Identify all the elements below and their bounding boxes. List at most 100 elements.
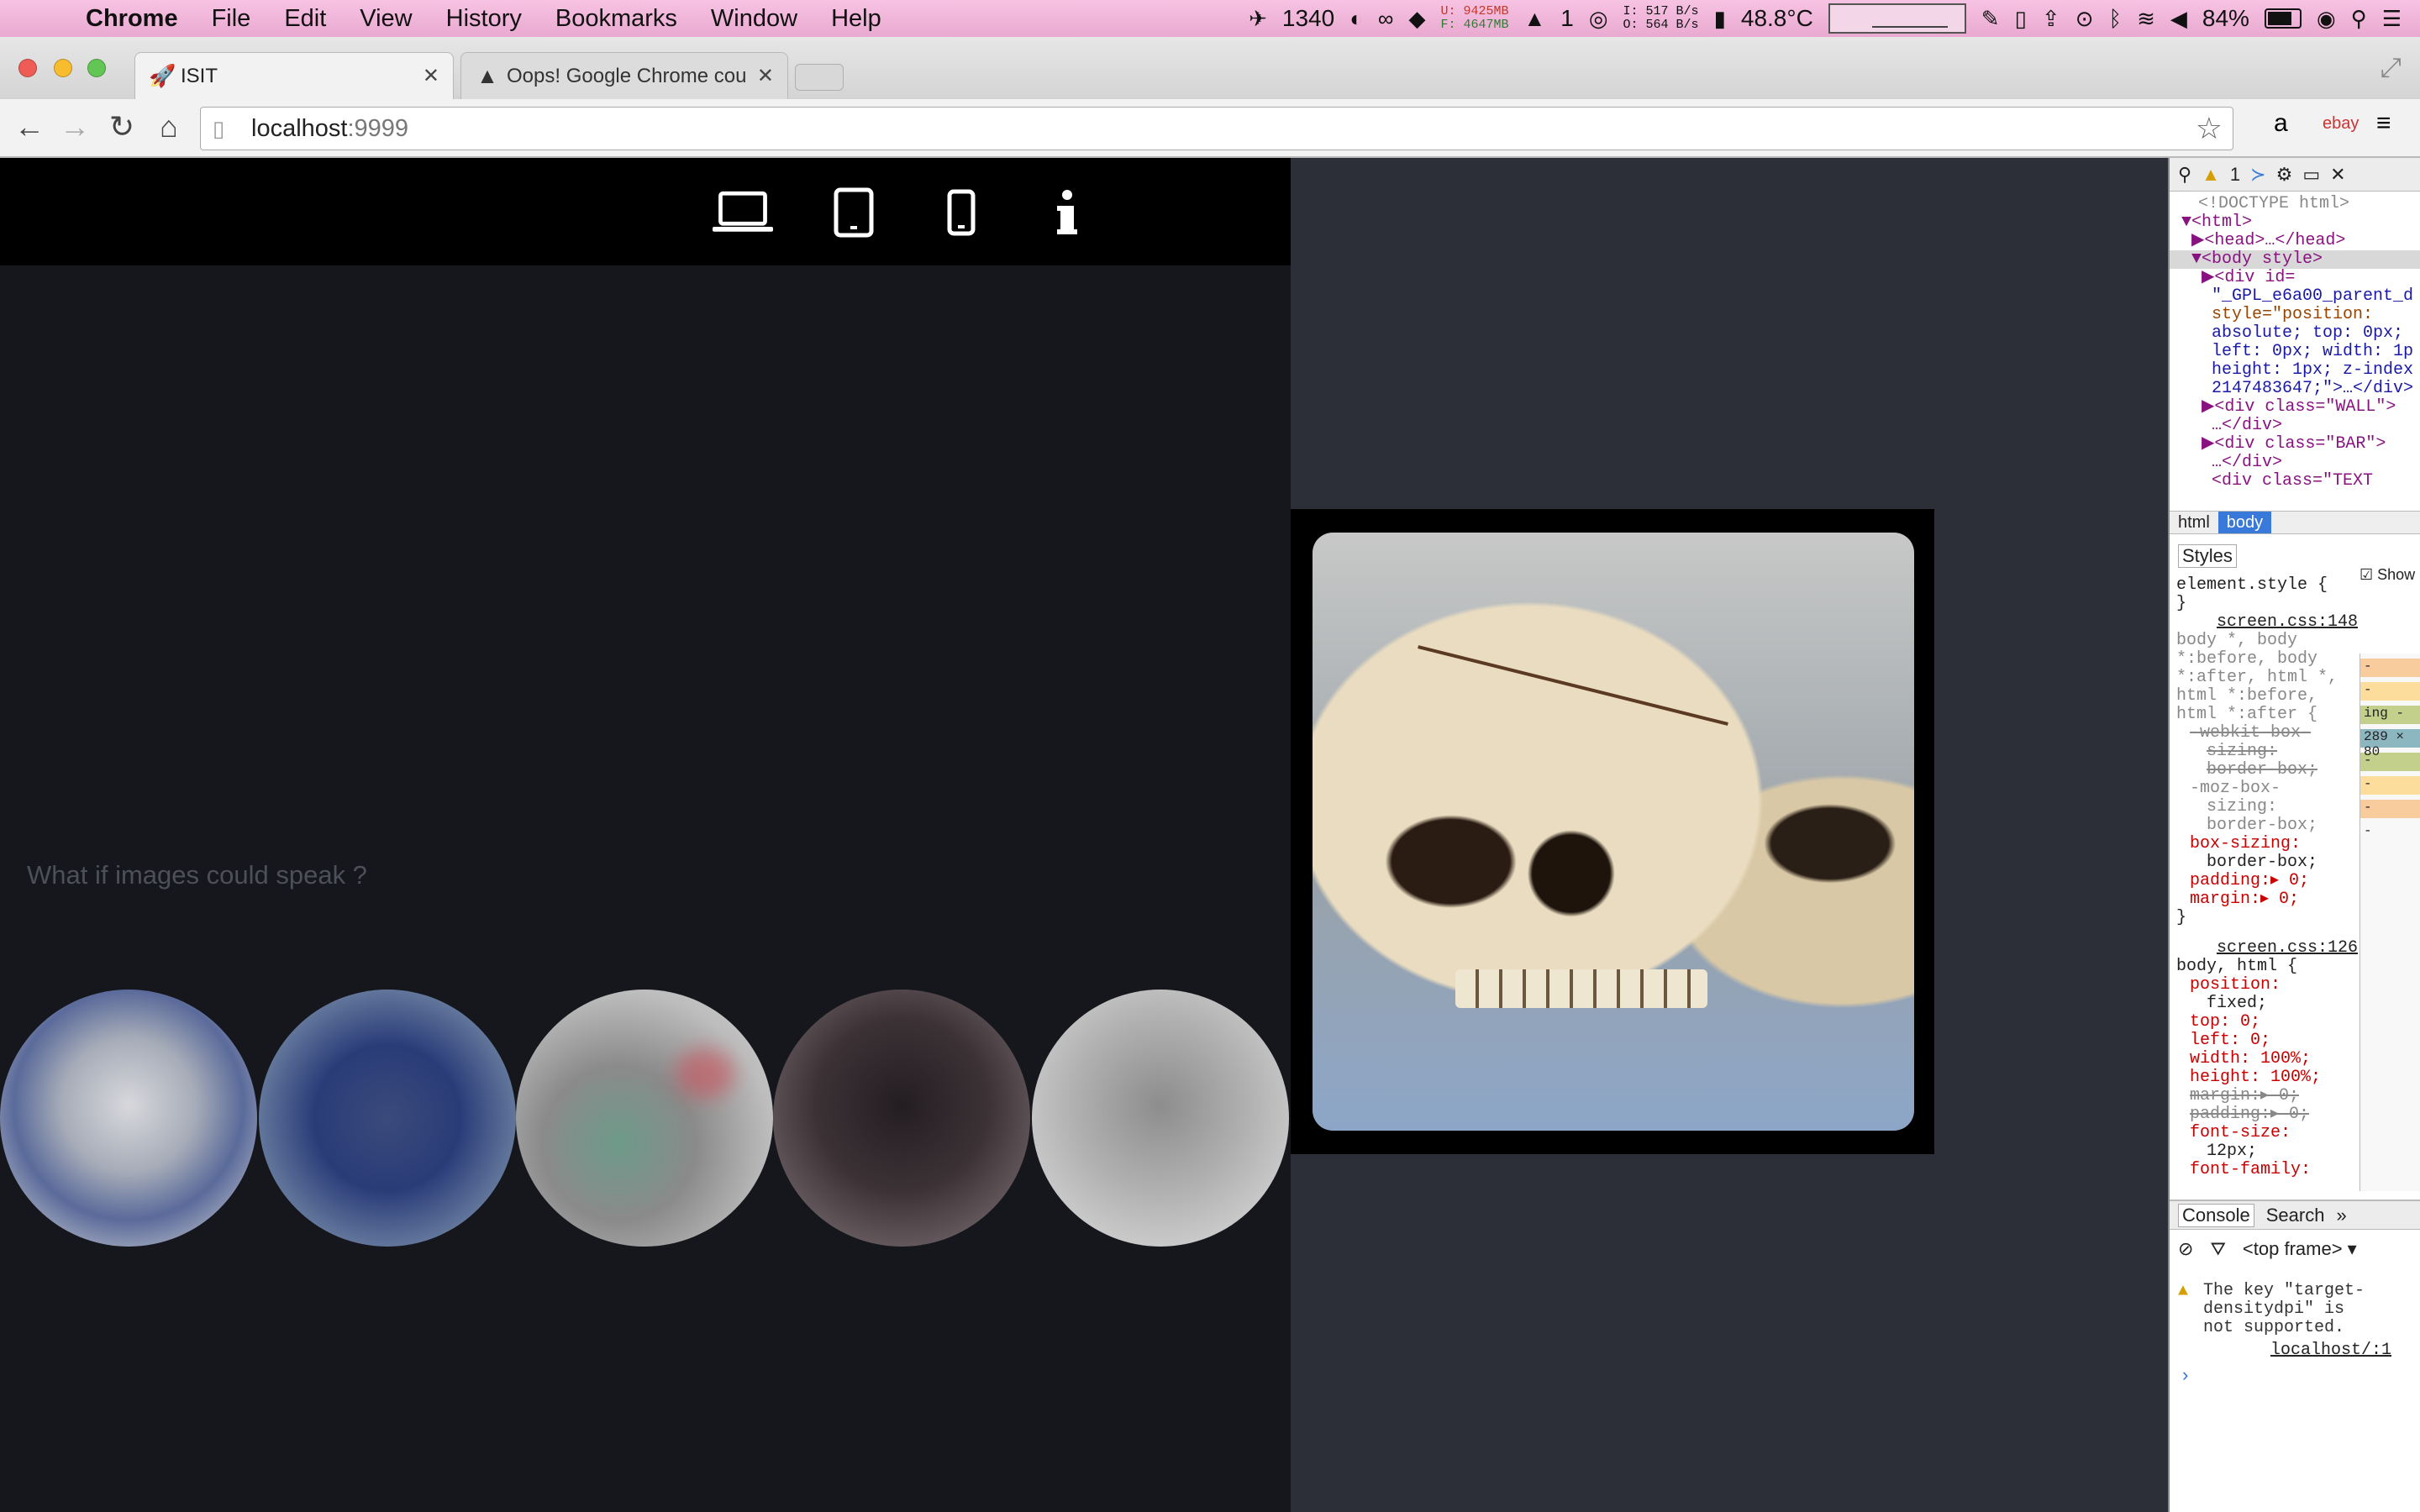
tab-close-icon[interactable]: ✕ — [423, 64, 439, 88]
image-bubble[interactable] — [1032, 990, 1289, 1247]
notification-center-icon[interactable]: ☰ — [2382, 6, 2402, 32]
console-prompt-icon[interactable]: › — [2180, 1366, 2191, 1387]
frame-selector[interactable]: <top frame> ▾ — [2243, 1238, 2357, 1260]
tab-close-icon[interactable]: ✕ — [757, 64, 774, 88]
tree-line[interactable]: absolute; top: 0px; — [2170, 324, 2420, 343]
tab-search[interactable]: Search — [2266, 1205, 2325, 1226]
upload-icon[interactable]: ⇪ — [2042, 6, 2060, 32]
style-prop[interactable]: fixed; — [2176, 995, 2358, 1013]
tab-oops[interactable]: ▲ Oops! Google Chrome cou ✕ — [460, 52, 788, 99]
leaf-icon[interactable]: ◐ — [1349, 6, 1363, 32]
inspect-search-icon[interactable]: ⚲ — [2178, 164, 2191, 186]
drawer-icon[interactable]: ≻ — [2250, 164, 2265, 186]
style-source-link[interactable]: screen.css:148 — [2176, 613, 2358, 632]
tree-line[interactable]: left: 0px; width: 1p — [2170, 343, 2420, 361]
style-prop[interactable]: sizing: — [2176, 798, 2358, 816]
new-tab-button[interactable] — [795, 64, 844, 91]
menu-edit[interactable]: Edit — [267, 5, 343, 33]
breadcrumb-html[interactable]: html — [2170, 512, 2218, 533]
tree-line[interactable]: <!DOCTYPE html> — [2170, 195, 2420, 213]
brush-icon[interactable]: ✎ — [1981, 6, 2000, 32]
tree-line[interactable]: "_GPL_e6a00_parent_d — [2170, 287, 2420, 306]
style-prop[interactable]: box-sizing: — [2176, 835, 2358, 853]
style-prop[interactable]: border-box; — [2176, 761, 2358, 780]
image-bubble[interactable] — [773, 990, 1030, 1247]
image-bubble[interactable] — [516, 990, 773, 1247]
style-prop[interactable]: -moz-box- — [2176, 780, 2358, 798]
phone-status-icon[interactable]: ▯ — [2015, 6, 2027, 32]
wifi-icon[interactable]: ≋ — [2137, 6, 2155, 32]
adobe-icon[interactable]: ▲ — [1524, 6, 1546, 32]
reload-icon[interactable]: ↻ — [103, 108, 141, 146]
tablet-icon[interactable] — [823, 183, 884, 242]
time-machine-icon[interactable]: ⊙ — [2075, 6, 2094, 32]
user-icon[interactable]: ◉ — [2317, 6, 2336, 32]
bluetooth-icon[interactable]: ᛒ — [2109, 6, 2123, 32]
tree-line[interactable]: height: 1px; z-index — [2170, 361, 2420, 380]
show-inherited-checkbox[interactable]: ☑ Show inherited — [2360, 566, 2420, 584]
more-tabs-icon[interactable]: » — [2336, 1205, 2346, 1226]
image-bubble[interactable] — [259, 990, 516, 1247]
close-window-button[interactable] — [18, 59, 37, 77]
dropbox-icon[interactable]: ◆ — [1408, 6, 1425, 32]
tab-console[interactable]: Console — [2178, 1203, 2254, 1227]
clear-console-icon[interactable]: ⊘ — [2178, 1238, 2193, 1260]
tree-line[interactable]: ▶<head>…</head> — [2170, 232, 2420, 250]
laptop-icon[interactable] — [713, 183, 773, 242]
style-line[interactable]: element.style { — [2176, 576, 2358, 595]
temperature[interactable]: 48.8°C — [1741, 5, 1813, 32]
battery-percent[interactable]: 84% — [2202, 5, 2249, 32]
settings-gear-icon[interactable]: ⚙ — [2276, 164, 2293, 186]
filter-icon[interactable]: ⛛ — [2210, 1238, 2225, 1260]
menu-window[interactable]: Window — [694, 5, 814, 33]
menu-view[interactable]: View — [343, 5, 429, 33]
console-source-link[interactable]: localhost/:1 — [2270, 1341, 2391, 1360]
network-stats[interactable]: I: 517 B/s O: 564 B/s — [1623, 5, 1699, 32]
tree-line[interactable]: …</div> — [2170, 454, 2420, 472]
notification-count[interactable]: 1 — [1560, 5, 1574, 32]
style-prop[interactable]: position: — [2176, 976, 2358, 995]
status-count[interactable]: 1340 — [1282, 5, 1334, 32]
tree-line[interactable]: ▶<div class="WALL"> — [2170, 398, 2420, 417]
style-prop[interactable]: width: 100%; — [2176, 1050, 2358, 1068]
tree-line[interactable]: …</div> — [2170, 417, 2420, 435]
fullscreen-icon[interactable]: ⤢ — [2380, 52, 2402, 84]
ebay-extension-icon[interactable]: ebay — [2323, 114, 2359, 134]
spotlight-search-icon[interactable]: ⚲ — [2351, 6, 2367, 32]
style-prop[interactable]: 12px; — [2176, 1142, 2358, 1161]
tab-styles[interactable]: Styles — [2178, 544, 2237, 568]
menu-file[interactable]: File — [195, 5, 268, 33]
style-prop[interactable]: border-box; — [2176, 816, 2358, 835]
style-prop[interactable]: margin:▸ 0; — [2176, 890, 2358, 909]
home-icon[interactable]: ⌂ — [150, 108, 188, 146]
image-bubble[interactable] — [0, 990, 257, 1247]
style-prop[interactable]: height: 100%; — [2176, 1068, 2358, 1087]
tree-line[interactable]: <div class="TEXT — [2170, 472, 2420, 491]
style-prop[interactable]: font-size: — [2176, 1124, 2358, 1142]
style-prop[interactable]: font-family: — [2176, 1161, 2358, 1179]
volume-icon[interactable]: ◀ — [2170, 6, 2187, 32]
clock-icon[interactable]: ◎ — [1589, 6, 1608, 32]
breadcrumb-body[interactable]: body — [2217, 512, 2272, 533]
cpu-graph[interactable] — [1828, 3, 1966, 34]
minimize-window-button[interactable] — [54, 59, 72, 77]
warning-count[interactable]: 1 — [2230, 164, 2240, 186]
tree-line[interactable]: ▼<html> — [2170, 213, 2420, 232]
forward-arrow-icon[interactable]: → — [55, 108, 94, 146]
style-prop[interactable]: padding:▸ 0; — [2176, 872, 2358, 890]
style-prop[interactable]: top: 0; — [2176, 1013, 2358, 1032]
warning-icon[interactable]: ▲ — [2202, 164, 2220, 186]
back-arrow-icon[interactable]: ← — [10, 108, 49, 146]
menu-help[interactable]: Help — [814, 5, 898, 33]
phone-icon[interactable] — [931, 183, 992, 242]
bookmark-star-icon[interactable]: ☆ — [2196, 111, 2223, 146]
tree-line[interactable]: ▶<div id= — [2170, 269, 2420, 287]
skull-photo[interactable] — [1313, 533, 1914, 1131]
creative-cloud-icon[interactable]: ∞ — [1378, 6, 1394, 32]
style-prop[interactable]: sizing: — [2176, 743, 2358, 761]
battery-icon[interactable] — [2264, 8, 2302, 29]
style-source-link[interactable]: screen.css:126 — [2176, 939, 2358, 958]
chrome-menu-icon[interactable]: ≡ — [2376, 109, 2391, 138]
tree-line[interactable]: ▶<div class="BAR"> — [2170, 435, 2420, 454]
close-devtools-icon[interactable]: ✕ — [2330, 164, 2345, 186]
